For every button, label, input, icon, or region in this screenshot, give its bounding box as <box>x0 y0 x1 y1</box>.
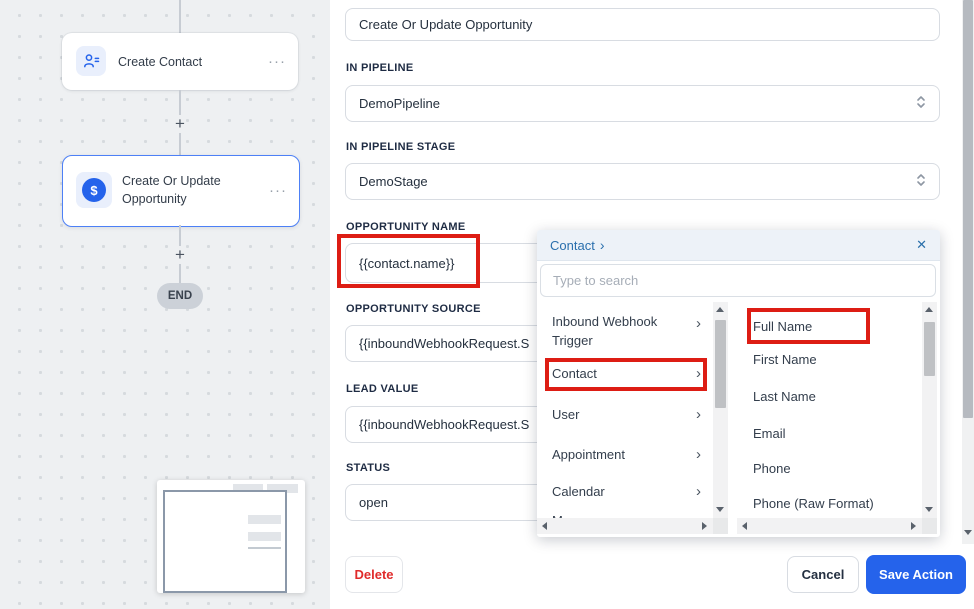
chevron-right-icon: › <box>696 445 701 464</box>
scroll-left-arrow-icon[interactable] <box>742 522 747 530</box>
select-spinner-icon <box>916 172 926 191</box>
picker-category-list: Inbound Webhook Trigger › Contact › User… <box>537 302 713 518</box>
connector-line <box>179 264 181 283</box>
minimap-bar <box>248 515 281 524</box>
category-contact[interactable]: Contact › <box>537 364 713 386</box>
variable-picker-popover: Contact › ✕ Inbound Webhook Trigger › Co… <box>537 230 940 537</box>
workflow-canvas[interactable]: Create Contact ··· + $ Create Or Update … <box>0 0 330 609</box>
minimap-bar <box>248 532 281 541</box>
pipeline-select-value: DemoPipeline <box>359 96 440 111</box>
add-step-button[interactable]: + <box>170 245 190 265</box>
scroll-up-arrow-icon[interactable] <box>716 307 724 312</box>
workflow-builder-screen: Create Contact ··· + $ Create Or Update … <box>0 0 974 609</box>
category-inbound-webhook-trigger[interactable]: Inbound Webhook Trigger › <box>537 312 713 354</box>
save-action-button[interactable]: Save Action <box>866 555 966 594</box>
node-menu-icon[interactable]: ··· <box>269 182 287 199</box>
dollar-glyph: $ <box>90 183 97 198</box>
connector-line <box>179 90 181 115</box>
connector-line <box>179 0 181 33</box>
picker-breadcrumb-bar: Contact › ✕ <box>537 230 940 261</box>
scroll-right-arrow-icon[interactable] <box>702 522 707 530</box>
pipeline-select[interactable]: DemoPipeline <box>345 85 940 122</box>
category-label: Calendar <box>552 482 682 501</box>
category-list-hscrollbar[interactable] <box>537 518 713 534</box>
category-appointment[interactable]: Appointment › <box>537 445 713 467</box>
field-email[interactable]: Email <box>753 425 903 443</box>
connector-line <box>179 225 181 246</box>
node-menu-icon[interactable]: ··· <box>268 53 286 70</box>
field-label-opportunity-name: OPPORTUNITY NAME <box>346 221 466 233</box>
node-create-contact[interactable]: Create Contact ··· <box>62 33 298 90</box>
breadcrumb[interactable]: Contact <box>550 238 595 253</box>
end-node: END <box>157 283 203 309</box>
action-name-input[interactable] <box>345 8 940 41</box>
category-label: User <box>552 405 682 424</box>
scroll-up-arrow-icon[interactable] <box>925 307 933 312</box>
field-full-name[interactable]: Full Name <box>753 318 903 336</box>
add-step-button[interactable]: + <box>170 114 190 134</box>
category-label: Message <box>552 511 682 518</box>
chevron-right-icon: › <box>696 364 701 383</box>
category-label: Contact <box>552 364 682 383</box>
pipeline-stage-select[interactable]: DemoStage <box>345 163 940 200</box>
scroll-left-arrow-icon[interactable] <box>542 522 547 530</box>
field-phone-raw-format[interactable]: Phone (Raw Format) <box>753 495 903 513</box>
minimap-bar <box>248 547 281 549</box>
picker-search-input[interactable] <box>540 264 936 297</box>
picker-field-list: Full Name First Name Last Name Email Pho… <box>737 302 922 518</box>
pipeline-stage-select-value: DemoStage <box>359 174 428 189</box>
category-message-clipped[interactable]: Message › <box>537 511 713 518</box>
scrollbar-corner <box>922 518 937 534</box>
canvas-minimap[interactable] <box>157 480 305 593</box>
panel-scrollbar[interactable] <box>962 0 974 544</box>
field-phone[interactable]: Phone <box>753 460 903 478</box>
field-list-scrollbar[interactable] <box>922 302 937 518</box>
node-label: Create Or Update Opportunity <box>122 172 270 208</box>
contact-icon <box>76 46 106 76</box>
chevron-right-icon: › <box>696 405 701 424</box>
scrollbar-corner <box>713 518 728 534</box>
category-list-scrollbar[interactable] <box>713 302 728 518</box>
field-label-in-pipeline: IN PIPELINE <box>346 62 413 74</box>
select-spinner-icon <box>916 94 926 113</box>
scroll-down-arrow-icon[interactable] <box>964 530 972 535</box>
category-user[interactable]: User › <box>537 405 713 427</box>
scrollbar-thumb[interactable] <box>715 320 726 408</box>
scrollbar-thumb[interactable] <box>924 322 935 376</box>
field-label-lead-value: LEAD VALUE <box>346 383 418 395</box>
category-label: Appointment <box>552 445 682 464</box>
chevron-right-icon: › <box>600 237 605 253</box>
scroll-right-arrow-icon[interactable] <box>911 522 916 530</box>
scroll-down-arrow-icon[interactable] <box>925 507 933 512</box>
chevron-right-icon: › <box>696 314 701 333</box>
field-label-opportunity-source: OPPORTUNITY SOURCE <box>346 303 481 315</box>
chevron-right-icon: › <box>696 482 701 501</box>
cancel-button[interactable]: Cancel <box>787 556 859 593</box>
category-calendar[interactable]: Calendar › <box>537 482 713 504</box>
panel-scrollbar-thumb[interactable] <box>963 0 973 418</box>
connector-line <box>179 133 181 155</box>
node-label: Create Contact <box>118 53 202 71</box>
category-label: Inbound Webhook Trigger <box>552 312 682 350</box>
field-list-hscrollbar[interactable] <box>737 518 922 534</box>
delete-button[interactable]: Delete <box>345 556 403 593</box>
field-label-in-pipeline-stage: IN PIPELINE STAGE <box>346 141 455 153</box>
node-create-or-update-opportunity[interactable]: $ Create Or Update Opportunity ··· <box>62 155 300 227</box>
field-last-name[interactable]: Last Name <box>753 388 903 406</box>
scroll-down-arrow-icon[interactable] <box>716 507 724 512</box>
chevron-right-icon: › <box>696 511 701 518</box>
minimap-viewport[interactable] <box>163 490 287 593</box>
dollar-icon: $ <box>76 172 112 208</box>
field-label-status: STATUS <box>346 462 390 474</box>
field-first-name[interactable]: First Name <box>753 351 903 369</box>
close-icon[interactable]: ✕ <box>916 237 927 253</box>
